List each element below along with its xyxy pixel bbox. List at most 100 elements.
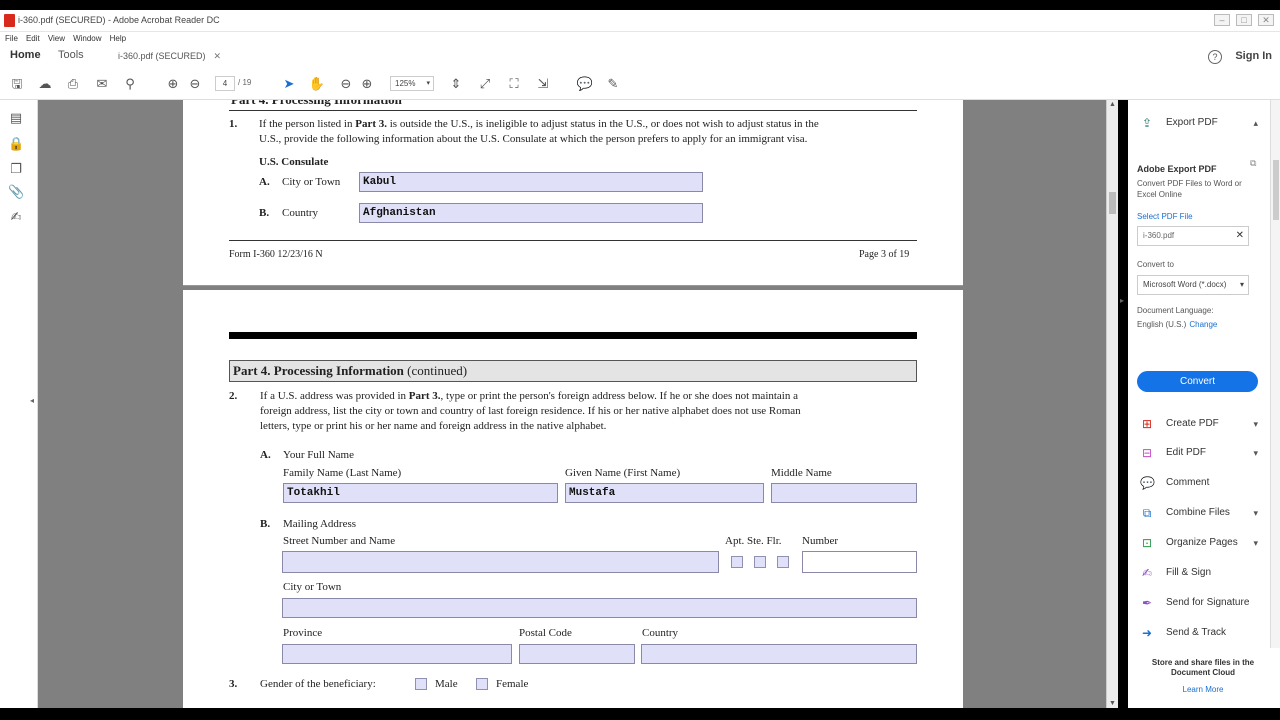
menu-file[interactable]: File bbox=[5, 32, 18, 46]
print-icon[interactable]: ⎙ bbox=[64, 75, 82, 93]
scroll-down-icon[interactable]: ▼ bbox=[1109, 700, 1116, 707]
document-language-label: Document Language: bbox=[1137, 306, 1214, 315]
menu-window[interactable]: Window bbox=[73, 32, 101, 46]
document-language-value: English (U.S.) bbox=[1137, 320, 1187, 329]
street-field[interactable] bbox=[282, 551, 719, 573]
toolbar: 🖫 ☁ ⎙ ✉ ⚲ ⊕ ⊖ 4 / 19 ➤ ✋ ⊖ ⊕ 125% ▾ ⇕ ⤢ ⛶… bbox=[0, 68, 1280, 100]
tools-scrollbar-thumb[interactable] bbox=[1273, 160, 1279, 220]
ste-checkbox[interactable] bbox=[754, 556, 766, 568]
maximize-icon[interactable]: □ bbox=[1236, 14, 1252, 26]
zoom-out-icon[interactable]: ⊖ bbox=[337, 75, 355, 93]
tab-tools[interactable]: Tools bbox=[58, 49, 84, 61]
tool-label: Comment bbox=[1166, 477, 1210, 488]
item1-line2: U.S., provide the following information … bbox=[259, 133, 808, 145]
tool-create-pdf[interactable]: ⊞ Create PDF ▾ bbox=[1140, 414, 1258, 434]
selected-file-field[interactable]: i-360.pdf ✕ bbox=[1137, 226, 1249, 246]
change-language-link[interactable]: Change bbox=[1189, 320, 1217, 329]
bottom-border bbox=[0, 708, 1280, 720]
select-pdf-file-link[interactable]: Select PDF File bbox=[1137, 212, 1193, 221]
collapse-left-icon[interactable]: ◂ bbox=[30, 396, 34, 405]
country-field[interactable] bbox=[641, 644, 917, 664]
fit-width-icon[interactable]: ⤢ bbox=[476, 75, 494, 93]
province-field[interactable] bbox=[282, 644, 512, 664]
family-name-field[interactable]: Totakhil bbox=[283, 483, 558, 503]
hand-tool-icon[interactable]: ✋ bbox=[308, 75, 326, 93]
city-town-field[interactable] bbox=[282, 598, 917, 618]
layers-icon[interactable]: ❐ bbox=[8, 161, 24, 177]
next-page-icon[interactable]: ⊖ bbox=[186, 75, 204, 93]
scroll-mode-icon[interactable]: ⇲ bbox=[534, 75, 552, 93]
minimize-icon[interactable]: – bbox=[1214, 14, 1230, 26]
tools-scrollbar[interactable] bbox=[1270, 100, 1280, 648]
apt-checkbox[interactable] bbox=[731, 556, 743, 568]
tool-organize-pages[interactable]: ⊡ Organize Pages ▾ bbox=[1140, 533, 1258, 553]
full-screen-icon[interactable]: ⛶ bbox=[505, 75, 523, 93]
given-name-field[interactable]: Mustafa bbox=[565, 483, 764, 503]
export-pdf-header[interactable]: ⇪ Export PDF ▴ bbox=[1140, 113, 1258, 133]
search-icon[interactable]: ⚲ bbox=[121, 75, 139, 93]
menu-help[interactable]: Help bbox=[110, 32, 126, 46]
item2-line3: letters, type or print his or her name a… bbox=[260, 420, 607, 432]
male-checkbox[interactable] bbox=[415, 678, 427, 690]
apt-number-field[interactable] bbox=[802, 551, 917, 573]
page-thumbnails-icon[interactable]: ▤ bbox=[8, 110, 24, 126]
document-viewport[interactable]: Part 4. Processing Information 1. If the… bbox=[38, 100, 1118, 708]
fit-page-icon[interactable]: ⇕ bbox=[447, 75, 465, 93]
flr-checkbox[interactable] bbox=[777, 556, 789, 568]
consulate-country-field[interactable]: Afghanistan bbox=[359, 203, 703, 223]
prev-page-icon[interactable]: ⊕ bbox=[164, 75, 182, 93]
collapse-right-icon[interactable]: ▸ bbox=[1120, 296, 1124, 305]
tool-send-track[interactable]: ➜ Send & Track bbox=[1140, 623, 1258, 643]
highlight-pen-icon[interactable]: ✎ bbox=[604, 75, 622, 93]
page-number-input[interactable]: 4 bbox=[215, 76, 235, 91]
sign-in-link[interactable]: Sign In bbox=[1235, 50, 1272, 62]
tool-combine-files[interactable]: ⧉ Combine Files ▾ bbox=[1140, 503, 1258, 523]
window-controls: – □ ✕ bbox=[1214, 14, 1274, 26]
middle-name-field[interactable] bbox=[771, 483, 917, 503]
document-scrollbar[interactable]: ▲ ▼ bbox=[1106, 100, 1118, 708]
female-checkbox[interactable] bbox=[476, 678, 488, 690]
scroll-up-icon[interactable]: ▲ bbox=[1109, 101, 1116, 108]
section-header-part4: Part 4. Processing Information (continue… bbox=[229, 360, 917, 382]
tool-comment[interactable]: 💬 Comment bbox=[1140, 473, 1258, 493]
signature-icon[interactable]: ✍ bbox=[8, 209, 24, 225]
export-pdf-icon: ⇪ bbox=[1141, 116, 1153, 130]
item2-line1: If a U.S. address was provided in Part 3… bbox=[260, 390, 798, 402]
menu-edit[interactable]: Edit bbox=[26, 32, 40, 46]
tab-home[interactable]: Home bbox=[10, 49, 41, 61]
tool-fill-sign[interactable]: ✍ Fill & Sign bbox=[1140, 563, 1258, 583]
upload-cloud-icon[interactable]: ☁ bbox=[36, 75, 54, 93]
close-tab-icon[interactable]: ✕ bbox=[214, 51, 222, 61]
convert-button[interactable]: Convert bbox=[1137, 371, 1258, 392]
convert-to-select[interactable]: Microsoft Word (*.docx) ▾ bbox=[1137, 275, 1249, 295]
chevron-down-icon: ▾ bbox=[426, 80, 430, 87]
item3-number: 3. bbox=[229, 678, 238, 690]
convert-to-value: Microsoft Word (*.docx) bbox=[1143, 280, 1227, 289]
select-cursor-icon[interactable]: ➤ bbox=[280, 75, 298, 93]
clear-file-icon[interactable]: ✕ bbox=[1236, 227, 1244, 245]
tool-edit-pdf[interactable]: ⊟ Edit PDF ▾ bbox=[1140, 443, 1258, 463]
comment-tool-icon[interactable]: 💬 bbox=[576, 75, 594, 93]
fill-sign-icon: ✍ bbox=[1141, 566, 1153, 580]
scrollbar-thumb[interactable] bbox=[1109, 192, 1116, 214]
header-rule bbox=[229, 332, 917, 339]
close-icon[interactable]: ✕ bbox=[1258, 14, 1274, 26]
postal-code-field[interactable] bbox=[519, 644, 635, 664]
export-info-icon[interactable]: ⧉ bbox=[1250, 158, 1256, 169]
send-signature-icon: ✒ bbox=[1141, 596, 1153, 610]
zoom-in-icon[interactable]: ⊕ bbox=[358, 75, 376, 93]
chevron-down-icon: ▾ bbox=[1253, 448, 1258, 458]
consulate-city-field[interactable]: Kabul bbox=[359, 172, 703, 192]
save-icon[interactable]: 🖫 bbox=[8, 75, 26, 93]
email-icon[interactable]: ✉ bbox=[93, 75, 111, 93]
postal-code-label: Postal Code bbox=[519, 627, 572, 639]
zoom-select[interactable]: 125% ▾ bbox=[390, 76, 434, 91]
learn-more-link[interactable]: Learn More bbox=[1144, 685, 1262, 694]
female-label: Female bbox=[496, 678, 529, 690]
attachment-icon[interactable]: 📎 bbox=[8, 184, 24, 200]
security-lock-icon[interactable]: 🔒 bbox=[8, 136, 24, 152]
tool-send-for-signature[interactable]: ✒ Send for Signature bbox=[1140, 593, 1258, 613]
menu-view[interactable]: View bbox=[48, 32, 65, 46]
tab-document[interactable]: i-360.pdf (SECURED) ✕ bbox=[112, 49, 227, 69]
help-icon[interactable]: ? bbox=[1208, 50, 1222, 64]
